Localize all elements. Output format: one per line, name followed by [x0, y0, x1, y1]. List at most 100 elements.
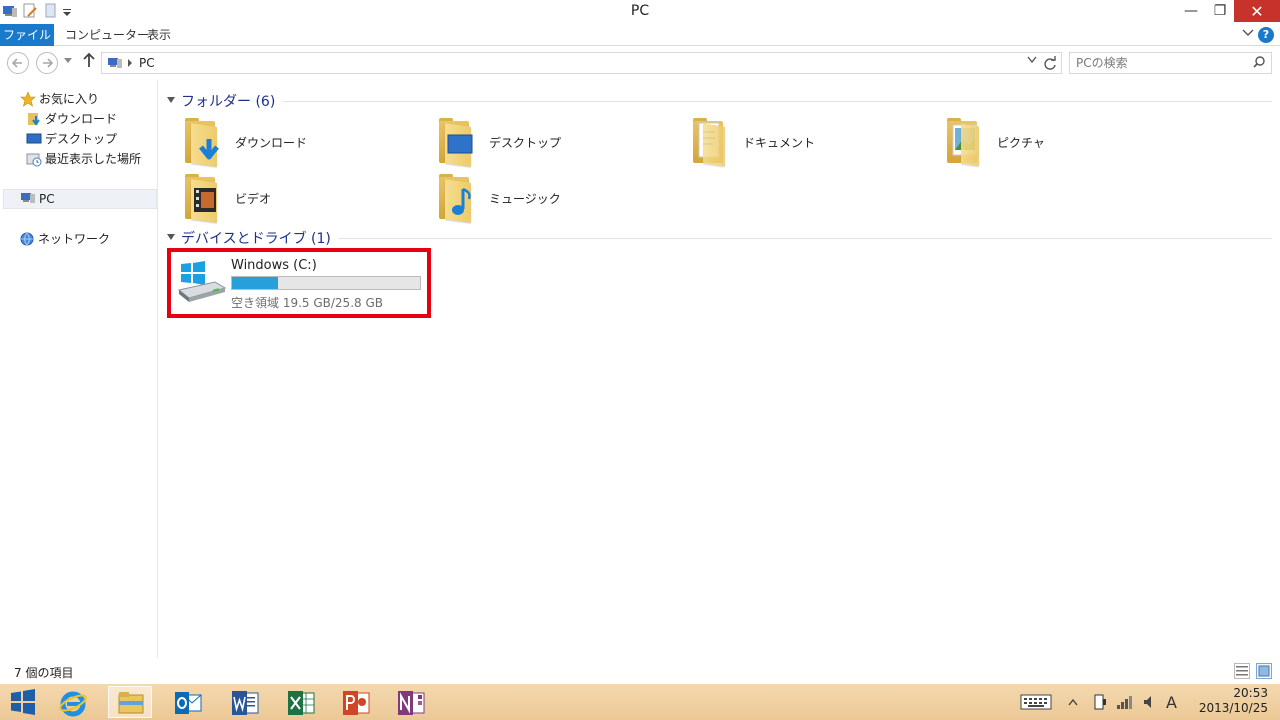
- navigation-pane: お気に入り ダウンロード デスクトップ 最近表示した場所 PC ネットワーク: [0, 80, 158, 658]
- nav-favorite-desktop[interactable]: デスクトップ: [26, 129, 117, 149]
- touch-keyboard-icon[interactable]: [1020, 686, 1052, 718]
- drives-group-header[interactable]: デバイスとドライブ (1): [167, 228, 1272, 248]
- folder-label: ミュージック: [489, 191, 561, 206]
- folder-tile-pictures[interactable]: ピクチャ: [929, 116, 1179, 168]
- folder-label: ドキュメント: [743, 135, 816, 150]
- recent-locations-chevron-icon[interactable]: [64, 57, 72, 67]
- documents-folder-icon: [689, 117, 733, 167]
- status-bar: 7 個の項目: [0, 658, 1280, 684]
- taskbar-internet-explorer[interactable]: [50, 686, 94, 718]
- help-icon[interactable]: ?: [1258, 27, 1274, 43]
- refresh-icon[interactable]: [1043, 54, 1057, 76]
- close-button[interactable]: ✕: [1234, 0, 1280, 22]
- file-explorer-window: PC — ❐ ✕ ファイル コンピューター 表示 ? PC PCの検索 お気に入…: [0, 0, 1280, 684]
- excel-icon: [286, 689, 315, 715]
- word-icon: [230, 689, 259, 715]
- network-status-icon[interactable]: [1116, 686, 1134, 718]
- maximize-button[interactable]: ❐: [1206, 0, 1234, 22]
- details-view-icon[interactable]: [1234, 663, 1250, 679]
- nav-pc[interactable]: PC: [3, 189, 157, 209]
- search-icon[interactable]: [1253, 56, 1265, 68]
- taskbar-file-explorer[interactable]: [108, 686, 152, 718]
- taskbar-excel[interactable]: [278, 686, 322, 718]
- group-divider: [338, 237, 1272, 239]
- up-button[interactable]: [82, 52, 96, 72]
- taskbar-powerpoint[interactable]: [333, 686, 377, 718]
- folder-tile-downloads[interactable]: ダウンロード: [167, 116, 417, 168]
- outlook-icon: [173, 689, 202, 715]
- volume-icon[interactable]: [1142, 686, 1158, 718]
- large-icons-view-icon[interactable]: [1256, 663, 1272, 679]
- address-bar[interactable]: PC: [101, 52, 1062, 74]
- folders-group-header[interactable]: フォルダー (6): [167, 91, 1272, 111]
- breadcrumb-pc[interactable]: PC: [139, 56, 155, 70]
- nav-favorite-label: デスクトップ: [45, 132, 118, 146]
- drives-group-label: デバイスとドライブ (1): [181, 231, 331, 247]
- expand-ribbon-icon[interactable]: [1242, 27, 1254, 41]
- folder-tile-music[interactable]: ミュージック: [421, 172, 671, 224]
- taskbar-word[interactable]: [222, 686, 266, 718]
- music-folder-icon: [435, 173, 479, 223]
- drive-free-space: 空き領域 19.5 GB/25.8 GB: [231, 296, 383, 310]
- powerpoint-icon: [341, 689, 370, 715]
- content-pane: フォルダー (6) ダウンロード デスクトップ ドキュメント ピクチャ ビデオ …: [159, 80, 1280, 658]
- collapse-triangle-icon[interactable]: [167, 233, 175, 244]
- search-box[interactable]: [1069, 52, 1272, 74]
- internet-explorer-icon: [58, 689, 87, 717]
- navigation-bar: PC: [0, 47, 1280, 79]
- pc-icon: [107, 56, 123, 73]
- folder-tile-desktop[interactable]: デスクトップ: [421, 116, 671, 168]
- nav-favorites[interactable]: お気に入り: [20, 89, 99, 109]
- search-input[interactable]: [1070, 53, 1240, 73]
- system-clock[interactable]: 20:53 2013/10/25: [1188, 686, 1268, 716]
- ime-mode-indicator[interactable]: A: [1166, 686, 1177, 718]
- folder-tile-videos[interactable]: ビデオ: [167, 172, 417, 224]
- drive-usage-fill: [232, 277, 278, 289]
- nav-network[interactable]: ネットワーク: [19, 229, 110, 249]
- nav-favorite-label: 最近表示した場所: [45, 152, 142, 166]
- nav-favorite-recent-places[interactable]: 最近表示した場所: [26, 149, 141, 169]
- folder-label: ビデオ: [235, 191, 272, 206]
- address-dropdown-icon[interactable]: [1027, 56, 1037, 67]
- nav-favorite-downloads[interactable]: ダウンロード: [26, 109, 117, 129]
- nav-pc-label: PC: [39, 192, 55, 206]
- folder-label: ピクチャ: [997, 135, 1045, 150]
- onenote-icon: [396, 689, 425, 715]
- nav-favorite-label: ダウンロード: [45, 112, 118, 126]
- folder-tile-documents[interactable]: ドキュメント: [675, 116, 925, 168]
- folders-group-label: フォルダー (6): [181, 94, 276, 110]
- tab-file[interactable]: ファイル: [0, 24, 54, 46]
- start-button[interactable]: [8, 688, 38, 716]
- collapse-triangle-icon[interactable]: [167, 96, 175, 107]
- drive-tile-c[interactable]: Windows (C:) 空き領域 19.5 GB/25.8 GB: [167, 248, 431, 318]
- nav-network-label: ネットワーク: [38, 232, 111, 246]
- folder-label: ダウンロード: [235, 135, 308, 150]
- desktop-icon: [26, 131, 42, 147]
- star-icon: [20, 91, 36, 107]
- breadcrumb-separator-icon[interactable]: [127, 55, 133, 71]
- group-divider: [283, 100, 1272, 102]
- downloads-folder-icon: [181, 117, 225, 167]
- pictures-folder-icon: [943, 117, 987, 167]
- ribbon-tabs: ファイル コンピューター 表示 ?: [0, 24, 1280, 46]
- back-button[interactable]: [7, 52, 29, 74]
- taskbar-onenote[interactable]: [388, 686, 432, 718]
- forward-button[interactable]: [36, 52, 58, 74]
- pc-icon: [20, 191, 36, 207]
- downloads-icon: [26, 111, 42, 127]
- taskbar-outlook[interactable]: [165, 686, 209, 718]
- show-hidden-icons-icon[interactable]: [1068, 686, 1078, 718]
- clock-date: 2013/10/25: [1198, 701, 1268, 715]
- videos-folder-icon: [181, 173, 225, 223]
- window-title: PC: [630, 3, 650, 19]
- clock-time: 20:53: [1233, 686, 1268, 700]
- action-center-icon[interactable]: [1092, 686, 1108, 718]
- file-explorer-icon: [116, 689, 144, 715]
- tab-view[interactable]: 表示: [137, 24, 181, 46]
- minimize-button[interactable]: —: [1176, 0, 1206, 22]
- windows-drive-icon: [177, 260, 227, 304]
- item-count: 7 個の項目: [14, 666, 74, 680]
- folder-label: デスクトップ: [489, 135, 562, 150]
- drive-name: Windows (C:): [231, 258, 317, 273]
- network-icon: [19, 231, 35, 247]
